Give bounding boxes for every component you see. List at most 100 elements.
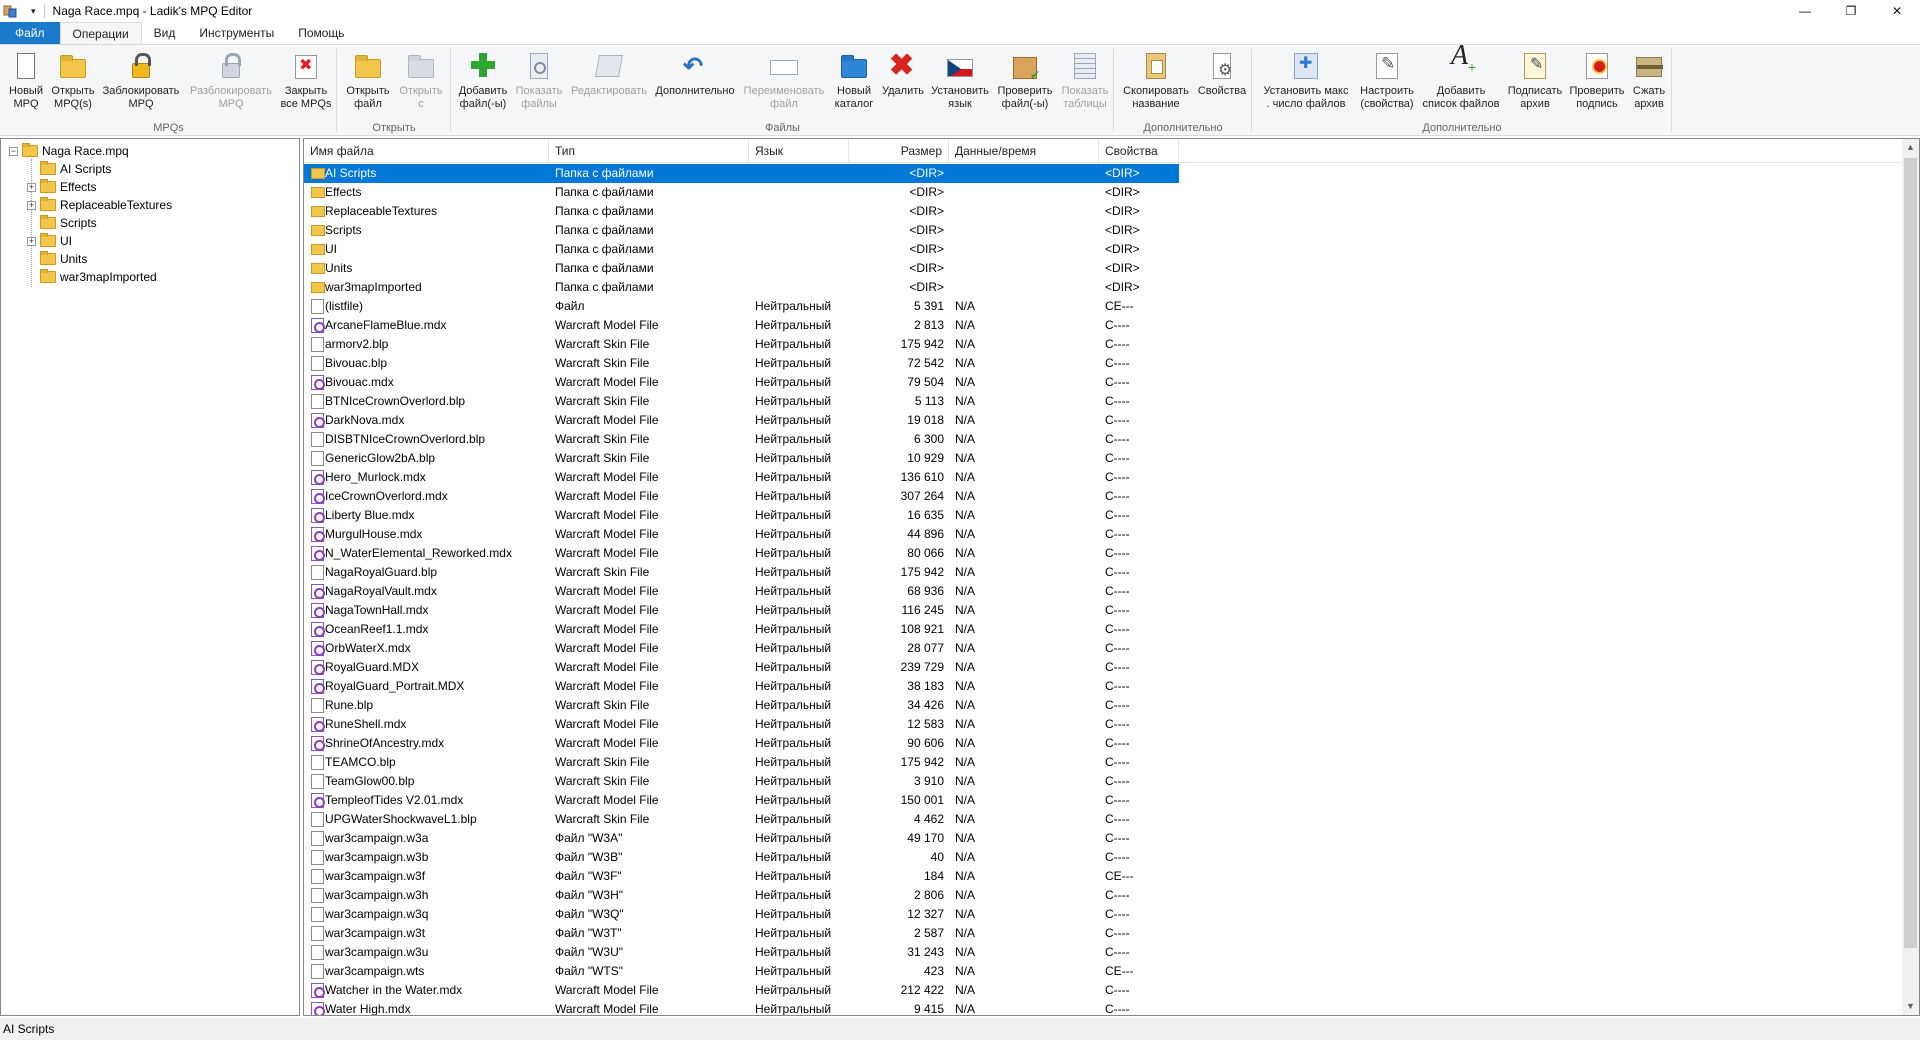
table-row[interactable]: Hero_Murlock.mdx Warcraft Model File Нейтр… <box>304 468 1179 487</box>
table-row[interactable]: Scripts Папка с файлами <DIR> <DIR> <box>304 221 1179 240</box>
table-row[interactable]: Bivouac.blp Warcraft Skin File Нейтральный… <box>304 354 1179 373</box>
folder-tree[interactable]: − Naga Race.mpq AI Scripts + Effects + R… <box>0 138 300 1016</box>
collapse-icon[interactable]: − <box>9 146 18 156</box>
open-file-button[interactable]: Открыть файл <box>341 51 395 111</box>
show-tables-button[interactable]: Показать таблицы <box>1057 51 1113 111</box>
table-row[interactable]: Effects Папка с файлами <DIR> <DIR> <box>304 183 1179 202</box>
unlock-mpq-button[interactable]: Разблокировать MPQ <box>184 51 278 111</box>
table-row[interactable]: ArcaneFlameBlue.mdx Warcraft Model File Не… <box>304 316 1179 335</box>
rename-file-button[interactable]: Переименовать файл <box>739 51 829 111</box>
add-listfile-button[interactable]: A Добавить список файлов <box>1418 42 1504 111</box>
compact-archive-button[interactable]: Сжать архив <box>1628 51 1670 111</box>
table-row[interactable]: DISBTNIceCrownOverlord.blp Warcraft Skin … <box>304 430 1179 449</box>
table-row[interactable]: Bivouac.mdx Warcraft Model File Нейтральны… <box>304 373 1179 392</box>
table-row[interactable]: N_WaterElemental_Reworked.mdx Warcraft Mo… <box>304 544 1179 563</box>
column-header-size[interactable]: Размер <box>849 139 949 163</box>
table-row[interactable]: NagaRoyalVault.mdx Warcraft Model File Ней… <box>304 582 1179 601</box>
table-row[interactable]: ReplaceableTextures Папка с файлами <DIR> <… <box>304 202 1179 221</box>
scroll-down-icon[interactable]: ▼ <box>1902 998 1919 1015</box>
properties-button[interactable]: Свойства <box>1194 51 1250 98</box>
verify-signature-button[interactable]: Проверить подпись <box>1566 51 1628 111</box>
column-header-date[interactable]: Данные/время <box>949 139 1099 163</box>
tab-tools[interactable]: Инструменты <box>187 22 286 44</box>
table-row[interactable]: war3campaign.w3q Файл "W3Q" Нейтральный 12 … <box>304 905 1179 924</box>
expand-icon[interactable]: + <box>27 200 36 210</box>
table-row[interactable]: war3campaign.w3b Файл "W3B" Нейтральный 40 N… <box>304 848 1179 867</box>
tree-item-effects[interactable]: + Effects <box>27 178 96 196</box>
table-row[interactable]: armorv2.blp Warcraft Skin File Нейтральный… <box>304 335 1179 354</box>
table-row[interactable]: IceCrownOverlord.mdx Warcraft Model File Н… <box>304 487 1179 506</box>
table-row[interactable]: Watcher in the Water.mdx Warcraft Model F… <box>304 981 1179 1000</box>
open-with-button[interactable]: Открыть с <box>395 51 447 111</box>
app-icon[interactable] <box>3 4 17 18</box>
table-row[interactable]: war3campaign.w3f Файл "W3F" Нейтральный 184… <box>304 867 1179 886</box>
file-list[interactable]: Имя файла Тип Язык Размер Данные/время С… <box>303 138 1920 1016</box>
maximize-button[interactable]: ❐ <box>1828 0 1874 22</box>
table-row[interactable]: AI Scripts Папка с файлами <DIR> <DIR> <box>304 164 1179 183</box>
column-header-properties[interactable]: Свойства <box>1099 139 1179 163</box>
scrollbar-thumb[interactable] <box>1904 158 1917 948</box>
new-mpq-button[interactable]: Новый MPQ <box>4 51 48 111</box>
table-row[interactable]: war3mapImported Папка с файлами <DIR> <DIR> <box>304 278 1179 297</box>
tree-item-units[interactable]: Units <box>27 250 87 268</box>
tab-help[interactable]: Помощь <box>286 22 356 44</box>
tab-view[interactable]: Вид <box>142 22 188 44</box>
lock-mpq-button[interactable]: Заблокировать MPQ <box>98 51 184 111</box>
max-files-button[interactable]: Установить макс . число файлов <box>1256 51 1356 111</box>
tab-operations[interactable]: Операции <box>59 22 142 44</box>
open-mpq-button[interactable]: Открыть MPQ(s) <box>48 51 98 111</box>
set-language-button[interactable]: Установить язык <box>927 51 993 111</box>
table-row[interactable]: MurgulHouse.mdx Warcraft Model File Нейтра… <box>304 525 1179 544</box>
table-row[interactable]: RoyalGuard.MDX Warcraft Model File Нейтрал… <box>304 658 1179 677</box>
tree-item-scripts[interactable]: Scripts <box>27 214 97 232</box>
table-row[interactable]: OrbWaterX.mdx Warcraft Model File Нейтраль… <box>304 639 1179 658</box>
tree-item-war3mapimported[interactable]: war3mapImported <box>27 268 157 286</box>
table-row[interactable]: UI Папка с файлами <DIR> <DIR> <box>304 240 1179 259</box>
table-row[interactable]: war3campaign.w3t Файл "W3T" Нейтральный 2 5… <box>304 924 1179 943</box>
scroll-up-icon[interactable]: ▲ <box>1902 139 1919 156</box>
table-row[interactable]: war3campaign.w3a Файл "W3A" Нейтральный 49 … <box>304 829 1179 848</box>
table-row[interactable]: RuneShell.mdx Warcraft Model File Нейтраль… <box>304 715 1179 734</box>
tree-item-ui[interactable]: + UI <box>27 232 72 250</box>
minimize-button[interactable]: — <box>1782 0 1828 22</box>
column-header-language[interactable]: Язык <box>749 139 849 163</box>
configure-button[interactable]: Настроить (свойства) <box>1356 51 1418 111</box>
new-folder-button[interactable]: Новый каталог <box>829 51 879 111</box>
table-row[interactable]: OceanReef1.1.mdx Warcraft Model File Нейтр… <box>304 620 1179 639</box>
table-row[interactable]: war3campaign.w3u Файл "W3U" Нейтральный 31 … <box>304 943 1179 962</box>
tree-root-mpq[interactable]: − Naga Race.mpq <box>9 142 129 160</box>
quick-access-dropdown-icon[interactable]: ▾ <box>31 6 36 17</box>
copy-name-button[interactable]: Скопировать название <box>1118 51 1194 111</box>
column-header-type[interactable]: Тип <box>549 139 749 163</box>
edit-button[interactable]: Редактировать <box>567 51 651 98</box>
tab-file[interactable]: Файл <box>0 22 60 44</box>
table-row[interactable]: UPGWaterShockwaveL1.blp Warcraft Skin Fil… <box>304 810 1179 829</box>
table-row[interactable]: TEAMCO.blp Warcraft Skin File Нейтральный 1… <box>304 753 1179 772</box>
table-row[interactable]: Units Папка с файлами <DIR> <DIR> <box>304 259 1179 278</box>
tree-item-replaceabletextures[interactable]: + ReplaceableTextures <box>27 196 172 214</box>
table-row[interactable]: Rune.blp Warcraft Skin File Нейтральный 34 … <box>304 696 1179 715</box>
table-row[interactable]: Water High.mdx Warcraft Model File Нейтрал… <box>304 1000 1179 1015</box>
table-row[interactable]: Liberty Blue.mdx Warcraft Model File Нейтр… <box>304 506 1179 525</box>
vertical-scrollbar[interactable]: ▲ ▼ <box>1902 139 1919 1015</box>
table-row[interactable]: TempleofTides V2.01.mdx Warcraft Model Fi… <box>304 791 1179 810</box>
extra-button[interactable]: ↶ Дополнительно <box>651 51 739 98</box>
table-row[interactable]: war3campaign.wts Файл "WTS" Нейтральный 423… <box>304 962 1179 981</box>
sign-archive-button[interactable]: Подписать архив <box>1504 51 1566 111</box>
table-row[interactable]: war3campaign.w3h Файл "W3H" Нейтральный 2 8… <box>304 886 1179 905</box>
table-row[interactable]: DarkNova.mdx Warcraft Model File Нейтральн… <box>304 411 1179 430</box>
expand-icon[interactable]: + <box>27 236 36 246</box>
show-files-button[interactable]: Показать файлы <box>511 51 567 111</box>
table-row[interactable]: BTNIceCrownOverlord.blp Warcraft Skin Fil… <box>304 392 1179 411</box>
verify-files-button[interactable]: Проверить файл(-ы) <box>993 51 1057 111</box>
add-files-button[interactable]: Добавить файл(-ы) <box>455 51 511 111</box>
delete-button[interactable]: ✖ Удалить <box>879 51 927 98</box>
table-row[interactable]: (listfile) Файл Нейтральный 5 391 N/A CE--- <box>304 297 1179 316</box>
table-row[interactable]: GenericGlow2bA.blp Warcraft Skin File Нейт… <box>304 449 1179 468</box>
close-button[interactable]: ✕ <box>1874 0 1920 22</box>
expand-icon[interactable]: + <box>27 182 36 192</box>
table-row[interactable]: ShrineOfAncestry.mdx Warcraft Model File Н… <box>304 734 1179 753</box>
table-row[interactable]: RoyalGuard_Portrait.MDX Warcraft Model Fi… <box>304 677 1179 696</box>
table-row[interactable]: NagaTownHall.mdx Warcraft Model File Нейтр… <box>304 601 1179 620</box>
column-header-name[interactable]: Имя файла <box>304 139 549 163</box>
